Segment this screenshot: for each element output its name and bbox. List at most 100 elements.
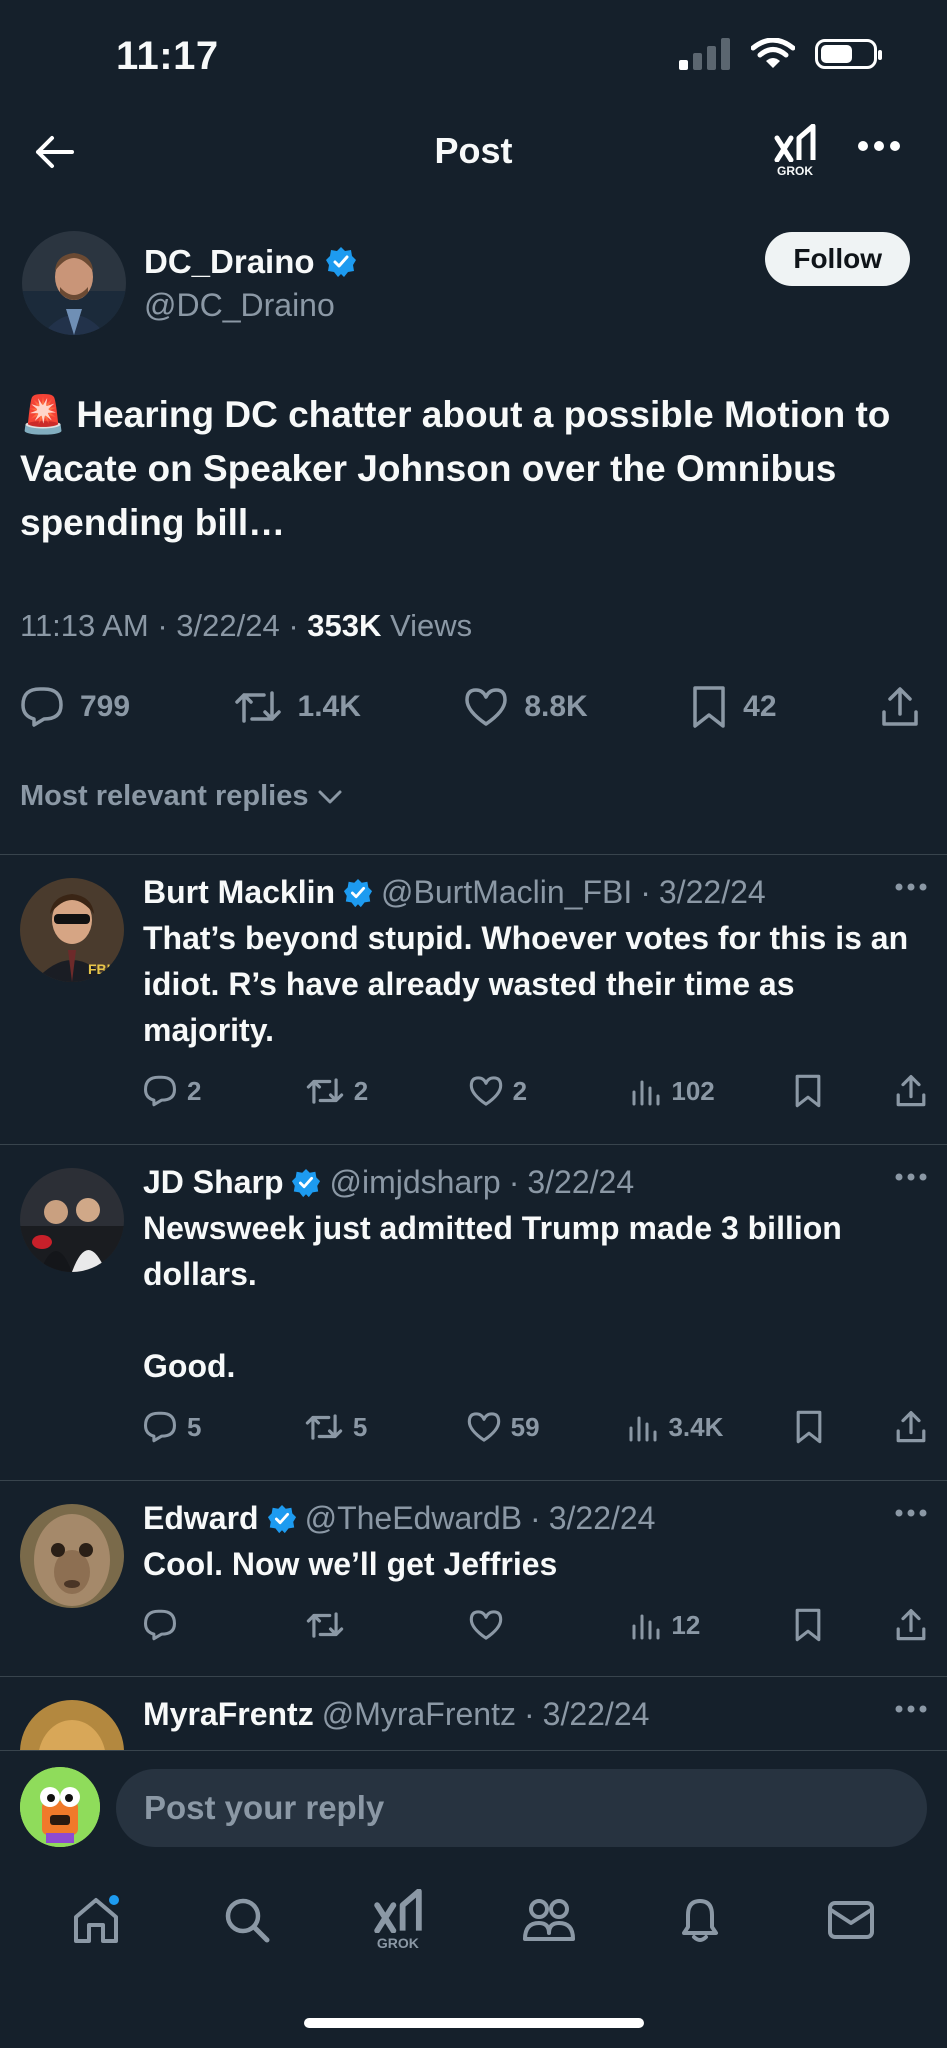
repost-icon [306, 1612, 344, 1638]
grok-button[interactable]: GROK [773, 124, 817, 178]
reply-item[interactable]: MyraFrentz @MyraFrentz · 3/22/24 [0, 1676, 947, 1750]
reply-item[interactable]: Edward @TheEdwardB · 3/22/24 Cool. Now w… [0, 1480, 947, 1676]
user-avatar[interactable] [20, 1767, 100, 1847]
grok-tab-label: GROK [376, 1935, 419, 1951]
grok-icon [374, 1889, 422, 1933]
more-options-icon[interactable] [895, 882, 927, 892]
status-time: 11:17 [116, 34, 219, 78]
heart-icon [467, 1412, 500, 1442]
author-name-row: DC_Draino [144, 243, 357, 281]
replies-sort-label: Most relevant replies [20, 780, 309, 812]
replies-sort-button[interactable]: Most relevant replies [20, 780, 343, 813]
views-chart-icon [629, 1416, 657, 1442]
reply-icon [21, 687, 63, 727]
bell-icon [682, 1899, 719, 1942]
reply-header: MyraFrentz @MyraFrentz · 3/22/24 [143, 1696, 650, 1733]
reply-author-handle[interactable]: @TheEdwardB [305, 1500, 522, 1537]
bookmark-icon[interactable] [794, 1074, 822, 1108]
reply-input[interactable] [116, 1769, 927, 1847]
post-time: 11:13 AM [20, 608, 149, 643]
more-options-icon[interactable] [857, 140, 901, 152]
heart-icon [465, 688, 508, 726]
share-icon[interactable] [880, 686, 920, 728]
status-bar: 11:17 [0, 0, 947, 110]
reply-author-name[interactable]: MyraFrentz [143, 1696, 314, 1733]
reply-item[interactable]: JD Sharp @imjdsharp · 3/22/24 Newsweek j… [0, 1144, 947, 1480]
more-options-icon[interactable] [895, 1704, 927, 1714]
author-avatar[interactable] [22, 231, 126, 335]
share-icon[interactable] [895, 1608, 927, 1642]
reply-author-handle[interactable]: @MyraFrentz [322, 1696, 516, 1733]
post-text: 🚨 Hearing DC chatter about a possible Mo… [20, 394, 891, 543]
verified-badge-icon [325, 246, 356, 277]
share-icon[interactable] [895, 1410, 927, 1444]
reply-author-name[interactable]: Edward [143, 1500, 259, 1537]
like-action[interactable]: 8.8K [464, 687, 588, 727]
reply-action[interactable] [143, 1609, 233, 1641]
reply-count: 799 [80, 690, 131, 723]
reply-actions: 5 5 59 3.4K [143, 1407, 927, 1447]
reply-action[interactable]: 799 [20, 686, 130, 728]
reply-avatar[interactable]: FBI [20, 878, 124, 982]
repost-action[interactable] [306, 1609, 396, 1641]
reply-date: 3/22/24 [658, 874, 766, 910]
reply-action[interactable]: 5 [143, 1411, 233, 1443]
repost-action[interactable]: 5 [305, 1411, 395, 1443]
reply-date: 3/22/24 [548, 1500, 656, 1536]
repost-action[interactable]: 1.4K [234, 687, 361, 727]
post-actions: 799 1.4K 8.8K 42 [20, 682, 920, 732]
reply-avatar[interactable] [20, 1700, 124, 1750]
like-count: 59 [510, 1411, 540, 1442]
reply-header: JD Sharp @imjdsharp · 3/22/24 [143, 1164, 635, 1201]
chevron-down-icon [318, 790, 341, 803]
bookmark-action[interactable]: 42 [691, 685, 777, 729]
like-action[interactable]: 2 [469, 1075, 559, 1107]
reply-author-handle[interactable]: @imjdsharp [329, 1164, 500, 1201]
reply-header: Edward @TheEdwardB · 3/22/24 [143, 1500, 656, 1537]
reply-count: 5 [187, 1411, 202, 1442]
status-icons [679, 38, 882, 70]
post-meta: 11:13 AM · 3/22/24 · 353K Views [20, 608, 473, 643]
reply-avatar[interactable] [20, 1504, 124, 1608]
like-action[interactable]: 59 [467, 1411, 557, 1443]
repost-count: 2 [353, 1075, 369, 1106]
bookmark-icon[interactable] [795, 1410, 823, 1444]
verified-badge-icon [292, 1168, 321, 1197]
views-count: 102 [671, 1075, 715, 1106]
search-icon [225, 1898, 270, 1943]
reply-avatar[interactable] [20, 1168, 124, 1272]
reply-text: That’s beyond stupid. Whoever votes for … [143, 920, 909, 1048]
reply-icon [144, 1609, 176, 1641]
repost-icon [305, 1414, 343, 1440]
more-options-icon[interactable] [895, 1508, 927, 1518]
views-action[interactable]: 12 [631, 1610, 721, 1641]
like-action[interactable] [469, 1609, 559, 1641]
tab-home[interactable] [51, 1893, 141, 1945]
share-icon[interactable] [895, 1074, 927, 1108]
grok-label: GROK [777, 164, 813, 178]
author-handle[interactable]: @DC_Draino [144, 287, 357, 324]
author-name[interactable]: DC_Draino [144, 243, 315, 281]
svg-text:FBI: FBI [88, 961, 111, 977]
more-options-icon[interactable] [895, 1172, 927, 1182]
views-action[interactable]: 102 [631, 1076, 721, 1107]
reply-count: 2 [187, 1075, 202, 1106]
reply-item[interactable]: FBI Burt Macklin @BurtMaclin_FBI · 3/22/… [0, 854, 947, 1144]
reply-author-name[interactable]: JD Sharp [143, 1164, 283, 1201]
reply-author-name[interactable]: Burt Macklin [143, 874, 335, 911]
follow-button[interactable]: Follow [765, 232, 910, 286]
like-count: 8.8K [524, 690, 588, 723]
grok-icon [774, 124, 816, 162]
tab-search[interactable] [202, 1895, 292, 1945]
tab-messages[interactable] [806, 1898, 896, 1942]
reply-icon [144, 1411, 176, 1443]
tab-grok[interactable]: GROK [353, 1889, 443, 1951]
bookmark-icon[interactable] [794, 1608, 822, 1642]
tab-notifications[interactable] [655, 1895, 745, 1945]
reply-action[interactable]: 2 [143, 1075, 233, 1107]
tab-communities[interactable] [504, 1895, 594, 1945]
repost-action[interactable]: 2 [306, 1075, 396, 1107]
reply-author-handle[interactable]: @BurtMaclin_FBI [381, 874, 632, 911]
views-action[interactable]: 3.4K [628, 1412, 723, 1443]
bottom-tab-bar: GROK [0, 1860, 947, 1980]
